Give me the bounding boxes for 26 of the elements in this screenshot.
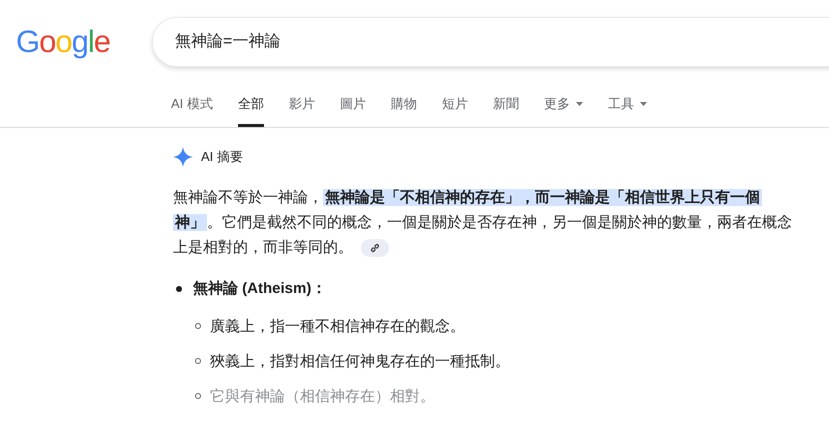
search-tab[interactable]: 更多 [544, 84, 583, 127]
search-tab[interactable]: 短片 [442, 84, 468, 127]
search-tab[interactable]: 圖片 [340, 84, 366, 127]
bullet-icon [176, 286, 182, 292]
caret-icon [640, 102, 647, 106]
search-tab[interactable]: 工具 [608, 84, 647, 127]
ai-overview-title: AI 摘要 [201, 148, 243, 166]
sparkle-icon [173, 147, 193, 167]
circle-bullet-icon [195, 358, 201, 364]
circle-bullet-icon [195, 393, 201, 399]
summary-paragraph: 無神論不等於一神論，無神論是「不相信神的存在」，而一神論是「相信世界上只有一個神」。它們是截然不同的概念，一個是關於是否存在神，另一個是關於神的數量，兩者在概念上是相對的，而非等同的。 [173, 188, 793, 260]
list-item-text: 狹義上，指對相信任何神鬼存在的一種抵制。 [210, 352, 510, 372]
search-tab[interactable]: 購物 [390, 84, 417, 127]
search-tab[interactable]: 影片 [288, 84, 315, 127]
search-tab[interactable]: AI 模式 [171, 84, 213, 127]
caret-icon [576, 102, 583, 106]
circle-bullet-icon [195, 323, 201, 329]
link-chip[interactable] [361, 239, 389, 258]
list-item-text: 廣義上，指一種不相信神存在的觀念。 [210, 316, 465, 336]
list-item-heading: 無神論 (Atheism)： [193, 279, 326, 299]
link-icon [370, 243, 380, 254]
google-logo[interactable]: Google [16, 26, 116, 58]
list-item-text: 它與有神論（相信神存在）相對。 [210, 386, 435, 406]
search-field[interactable]: 無神論=一神論 [152, 17, 829, 67]
search-tab[interactable]: 新聞 [492, 84, 519, 127]
search-tab[interactable]: 全部 [238, 84, 264, 127]
